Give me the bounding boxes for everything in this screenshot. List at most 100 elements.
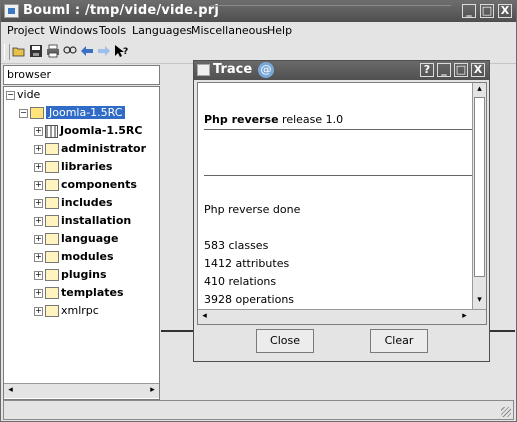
menu-bar: Project Windows Tools Languages Miscella… xyxy=(1,22,516,40)
trace-header-bold: Php reverse xyxy=(204,113,279,126)
tree-node-root[interactable]: − vide xyxy=(6,87,40,103)
expand-icon[interactable]: + xyxy=(34,144,43,154)
tree-node-label: plugins xyxy=(61,268,107,281)
tree-node[interactable]: + includes xyxy=(34,195,113,211)
desktop-swirl-icon: @ xyxy=(258,62,274,78)
folder-icon xyxy=(45,143,59,155)
scroll-left-icon[interactable]: ◂ xyxy=(5,385,16,396)
minimize-button[interactable]: _ xyxy=(462,4,476,18)
clear-trace-button[interactable]: Clear xyxy=(370,329,428,353)
folder-icon xyxy=(45,251,59,263)
tree-node-label: xmlrpc xyxy=(61,304,99,317)
print-icon[interactable] xyxy=(46,44,60,58)
back-arrow-icon[interactable] xyxy=(80,44,94,58)
collapse-icon[interactable]: − xyxy=(6,90,15,100)
trace-stat-attributes: 1412 attributes xyxy=(204,257,290,270)
folder-icon xyxy=(45,215,59,227)
browser-header: browser xyxy=(3,65,160,85)
title-bar-separator xyxy=(211,5,451,19)
trace-window-icon xyxy=(197,64,210,76)
browser-header-label: browser xyxy=(7,68,52,81)
status-bar xyxy=(3,400,514,420)
expand-icon[interactable]: + xyxy=(34,216,43,226)
tree-node[interactable]: + plugins xyxy=(34,267,107,283)
maximize-button[interactable]: □ xyxy=(480,4,494,18)
expand-icon[interactable]: + xyxy=(34,234,43,244)
tree-node[interactable]: + xmlrpc xyxy=(34,303,99,319)
svg-text:?: ? xyxy=(123,47,128,57)
tree-node[interactable]: + libraries xyxy=(34,159,112,175)
expand-icon[interactable]: + xyxy=(34,270,43,280)
save-icon[interactable] xyxy=(29,44,43,58)
expand-icon[interactable]: + xyxy=(34,126,43,136)
tree-node-label: language xyxy=(61,232,119,245)
close-button[interactable]: X xyxy=(498,4,512,18)
trace-vertical-scrollbar[interactable]: ▴ ▾ xyxy=(472,83,486,309)
tree-node[interactable]: + administrator xyxy=(34,141,146,157)
collapse-icon[interactable]: − xyxy=(19,108,28,118)
menu-miscellaneous[interactable]: Miscellaneous xyxy=(191,24,268,37)
trace-output[interactable]: Php reverse release 1.0 Php reverse done… xyxy=(197,82,487,325)
menu-project[interactable]: Project xyxy=(7,24,45,37)
tree-node[interactable]: + components xyxy=(34,177,137,193)
tree-node-label: administrator xyxy=(61,142,147,155)
tree-node[interactable]: + language xyxy=(34,231,119,247)
search-icon[interactable] xyxy=(63,44,77,58)
trace-stat-relations: 410 relations xyxy=(204,275,277,288)
tree-node[interactable]: + Joomla-1.5RC xyxy=(34,123,142,139)
expand-icon[interactable]: + xyxy=(34,306,43,316)
tree-node[interactable]: + modules xyxy=(34,249,114,265)
scroll-left-icon[interactable]: ◂ xyxy=(199,311,210,322)
divider xyxy=(204,175,476,176)
menu-help[interactable]: Help xyxy=(267,24,292,37)
trace-minimize-button[interactable]: _ xyxy=(437,63,451,77)
scroll-thumb[interactable] xyxy=(474,97,485,277)
whats-this-icon[interactable]: ? xyxy=(114,44,128,58)
tree-node-label-selected: Joomla-1.5RC xyxy=(46,106,126,119)
folder-icon xyxy=(45,233,59,245)
divider xyxy=(204,129,476,130)
scroll-right-icon[interactable]: ▸ xyxy=(459,311,470,322)
trace-horizontal-scrollbar[interactable]: ◂ ▸ xyxy=(198,309,486,324)
help-button[interactable]: ? xyxy=(420,63,434,77)
package-icon xyxy=(45,124,58,138)
tree-node[interactable]: + templates xyxy=(34,285,124,301)
trace-header-rest: release 1.0 xyxy=(278,113,344,126)
tree-node-label: vide xyxy=(17,88,41,101)
tree-node-label: modules xyxy=(61,250,114,263)
scroll-down-icon[interactable]: ▾ xyxy=(474,295,485,306)
folder-icon xyxy=(45,287,59,299)
tree-node-label: templates xyxy=(61,286,124,299)
tree-node-label: includes xyxy=(61,196,113,209)
trace-dialog: Trace @ ? _ □ X Php reverse release 1.0 … xyxy=(193,60,490,362)
expand-icon[interactable]: + xyxy=(34,252,43,262)
trace-maximize-button[interactable]: □ xyxy=(454,63,468,77)
folder-icon xyxy=(45,161,59,173)
title-bar[interactable]: Bouml : /tmp/vide/vide.prj _ □ X xyxy=(1,1,516,22)
close-trace-button[interactable]: Close xyxy=(256,329,314,353)
toolbar-grip[interactable] xyxy=(4,44,10,60)
tree-node-label: libraries xyxy=(61,160,113,173)
expand-icon[interactable]: + xyxy=(34,162,43,172)
tree-horizontal-scrollbar[interactable]: ◂ ▸ xyxy=(4,383,159,398)
tree-node[interactable]: + installation xyxy=(34,213,131,229)
menu-windows[interactable]: Windows xyxy=(49,24,98,37)
trace-header-line: Php reverse release 1.0 xyxy=(204,113,343,126)
tree-node-label: installation xyxy=(61,214,132,227)
tree-node-project[interactable]: − Joomla-1.5RC xyxy=(19,105,126,121)
forward-arrow-icon[interactable] xyxy=(97,44,111,58)
menu-languages[interactable]: Languages xyxy=(132,24,192,37)
scroll-up-icon[interactable]: ▴ xyxy=(474,84,485,95)
open-icon[interactable] xyxy=(12,44,26,58)
expand-icon[interactable]: + xyxy=(34,180,43,190)
menu-tools[interactable]: Tools xyxy=(99,24,126,37)
tree-node-label: Joomla-1.5RC xyxy=(60,124,143,137)
resize-grip-icon[interactable] xyxy=(501,407,511,417)
folder-icon xyxy=(45,305,59,317)
trace-close-button[interactable]: X xyxy=(471,63,485,77)
expand-icon[interactable]: + xyxy=(34,198,43,208)
expand-icon[interactable]: + xyxy=(34,288,43,298)
scroll-right-icon[interactable]: ▸ xyxy=(147,385,158,396)
trace-title-bar[interactable]: Trace @ ? _ □ X xyxy=(194,61,489,80)
folder-icon xyxy=(45,269,59,281)
